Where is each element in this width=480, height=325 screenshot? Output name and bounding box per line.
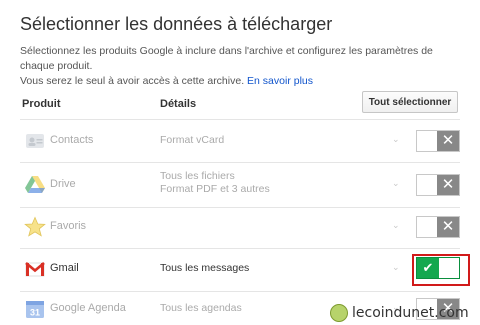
product-details: Tous les fichiers Format PDF et 3 autres — [160, 170, 270, 196]
product-row-contacts: Contacts Format vCard ⌄ ✕ — [20, 120, 460, 162]
page-title: Sélectionner les données à télécharger — [20, 14, 333, 34]
column-header-details: Détails — [160, 98, 197, 110]
product-toggle-contacts[interactable]: ✕ — [416, 130, 460, 152]
product-name: Contacts — [50, 134, 94, 146]
contacts-icon — [24, 130, 46, 152]
close-icon: ✕ — [437, 175, 459, 195]
product-details: Tous les messages — [160, 262, 250, 274]
product-name: Gmail — [50, 262, 79, 274]
watermark-text: lecoindunet.com — [352, 305, 469, 321]
learn-more-link[interactable]: En savoir plus — [247, 75, 313, 87]
star-icon — [24, 216, 46, 238]
product-name: Drive — [50, 178, 76, 190]
gmail-icon — [24, 258, 46, 280]
chevron-down-icon[interactable]: ⌄ — [392, 220, 400, 231]
product-row-favoris: Favoris ⌄ ✕ — [20, 208, 460, 248]
product-details-line-1: Tous les fichiers — [160, 170, 235, 182]
select-all-button[interactable]: Tout sélectionner — [362, 91, 458, 113]
chevron-down-icon[interactable]: ⌄ — [392, 178, 400, 189]
product-details: Format vCard — [160, 134, 225, 146]
column-header-product: Produit — [22, 98, 61, 110]
description-line-1: Sélectionnez les produits Google à inclu… — [20, 45, 433, 72]
description-line-2: Vous serez le seul à avoir accès à cette… — [20, 75, 245, 87]
chevron-down-icon[interactable]: ⌄ — [392, 134, 400, 145]
product-row-drive: Drive Tous les fichiers Format PDF et 3 … — [20, 163, 460, 207]
svg-text:31: 31 — [30, 308, 40, 318]
page-description: Sélectionnez les produits Google à inclu… — [20, 44, 470, 89]
calendar-icon: 31 — [24, 298, 46, 320]
watermark: lecoindunet.com — [330, 303, 469, 323]
drive-icon — [24, 173, 46, 195]
product-details-line-2: Format PDF et 3 autres — [160, 183, 270, 195]
highlight-box — [412, 254, 470, 286]
product-name: Favoris — [50, 220, 87, 232]
chevron-down-icon[interactable]: ⌄ — [392, 262, 400, 273]
product-toggle-favoris[interactable]: ✕ — [416, 216, 460, 238]
smiley-logo-icon — [330, 304, 348, 322]
close-icon: ✕ — [437, 217, 459, 237]
product-name: Google Agenda — [50, 302, 126, 314]
product-details: Tous les agendas — [160, 302, 242, 314]
product-row-gmail: Gmail Tous les messages ⌄ ✔ — [20, 249, 460, 291]
product-toggle-drive[interactable]: ✕ — [416, 174, 460, 196]
close-icon: ✕ — [437, 131, 459, 151]
